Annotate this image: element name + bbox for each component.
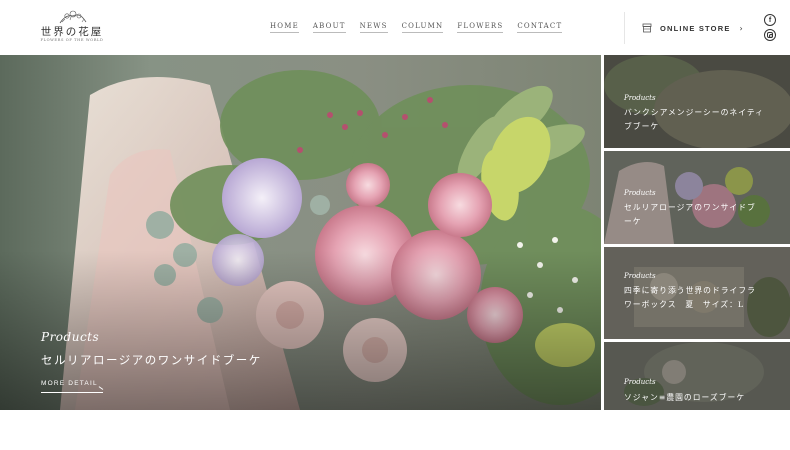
site-logo[interactable]: 世界の花屋 FLOWERS OF THE WORLD bbox=[40, 10, 104, 46]
more-detail-underline bbox=[41, 392, 103, 393]
online-store-link[interactable]: ONLINE STORE › bbox=[624, 12, 758, 44]
nav-flowers[interactable]: FLOWERS bbox=[457, 22, 504, 33]
instagram-icon[interactable] bbox=[764, 29, 776, 41]
facebook-glyph: f bbox=[768, 16, 772, 24]
facebook-icon[interactable]: f bbox=[764, 14, 776, 26]
nav-news[interactable]: NEWS bbox=[359, 22, 388, 33]
flower-logo-icon bbox=[59, 10, 87, 24]
product-card-4[interactable]: Products ソジャン≡農園のローズブーケ bbox=[604, 342, 790, 410]
brand-tagline: FLOWERS OF THE WORLD bbox=[40, 38, 104, 42]
online-store-label: ONLINE STORE bbox=[660, 23, 731, 33]
brand-name: 世界の花屋 bbox=[40, 26, 104, 38]
nav-about[interactable]: ABOUT bbox=[312, 22, 346, 33]
card-4-title: ソジャン≡農園のローズブーケ bbox=[624, 393, 746, 402]
product-card-3[interactable]: Products 四季に寄り添う世界のドライフラワーボックス 夏 サイズ：L bbox=[604, 247, 790, 339]
card-3-title: 四季に寄り添う世界のドライフラワーボックス 夏 サイズ：L bbox=[624, 286, 756, 309]
card-2-title: セルリアロージアのワンサイドブーケ bbox=[624, 203, 756, 226]
card-2-image bbox=[604, 151, 790, 244]
nav-column[interactable]: COLUMN bbox=[401, 22, 444, 33]
hero-title: セルリアロージアのワンサイドブーケ bbox=[41, 353, 262, 367]
card-1-title: バンクシアメンジーシーのネイティブブーケ bbox=[624, 108, 764, 131]
nav-contact[interactable]: CONTACT bbox=[517, 22, 563, 33]
product-card-1[interactable]: Products バンクシアメンジーシーのネイティブブーケ bbox=[604, 55, 790, 148]
card-4-eyebrow: Products bbox=[624, 378, 656, 386]
instagram-glyph bbox=[767, 32, 773, 38]
store-icon bbox=[642, 23, 652, 33]
main-nav: HOME ABOUT NEWS COLUMN FLOWERS CONTACT bbox=[270, 22, 563, 33]
card-1-eyebrow: Products bbox=[624, 94, 656, 102]
product-card-2[interactable]: Products セルリアロージアのワンサイドブーケ bbox=[604, 151, 790, 244]
card-3-eyebrow: Products bbox=[624, 272, 656, 280]
chevron-right-icon: › bbox=[739, 23, 743, 33]
card-2-eyebrow: Products bbox=[624, 189, 656, 197]
hero-eyebrow: Products bbox=[41, 330, 100, 344]
hero-slide[interactable]: Products セルリアロージアのワンサイドブーケ MORE DETAIL bbox=[0, 55, 601, 410]
more-detail-link[interactable]: MORE DETAIL bbox=[41, 380, 98, 387]
site-header: 世界の花屋 FLOWERS OF THE WORLD HOME ABOUT NE… bbox=[0, 0, 790, 55]
nav-home[interactable]: HOME bbox=[270, 22, 299, 33]
